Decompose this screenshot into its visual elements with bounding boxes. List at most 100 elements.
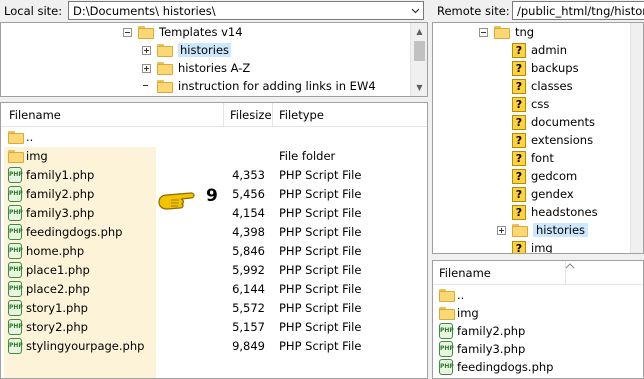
tree-item[interactable]: ? admin — [512, 41, 567, 59]
file-size: 9,849 — [232, 339, 265, 353]
local-site-path-input[interactable]: D:\Documents\ histories\ — [68, 1, 424, 20]
expand-icon[interactable] — [142, 63, 151, 73]
tree-item[interactable]: ? gendex — [512, 185, 574, 203]
folder-icon — [8, 131, 24, 144]
tree-item-label: histories — [533, 223, 589, 237]
folder-icon — [138, 25, 154, 39]
tree-item[interactable]: ? css — [512, 95, 549, 113]
php-file-icon: PHP — [8, 224, 23, 240]
file-size: 5,456 — [232, 187, 265, 201]
file-row[interactable]: PHP family3.php 4,154 PHP Script File — [1, 204, 427, 223]
file-type: PHP Script File — [279, 339, 362, 353]
tree-item[interactable]: histories A-Z — [142, 59, 250, 77]
file-name: .. — [26, 130, 34, 144]
file-row[interactable]: PHP feedingdogs.php 4,398 PHP Script File — [1, 223, 427, 242]
remote-site-bar: Remote site: /public_html/tng/histori — [432, 0, 644, 22]
file-row[interactable]: PHP family1.php 4,353 PHP Script File — [1, 166, 427, 185]
column-separator[interactable] — [223, 103, 224, 127]
expand-icon[interactable] — [497, 225, 506, 235]
unknown-folder-icon: ? — [512, 132, 526, 148]
tree-item[interactable]: ? extensions — [512, 131, 593, 149]
php-file-icon: PHP — [439, 341, 454, 357]
collapse-icon[interactable] — [479, 27, 488, 37]
file-row[interactable]: PHP place2.php 6,144 PHP Script File — [1, 280, 427, 299]
column-filesize[interactable]: Filesize — [230, 108, 272, 122]
local-site-path-value: D:\Documents\ histories\ — [73, 4, 216, 18]
tree-item[interactable]: ? img — [512, 239, 553, 253]
collapse-icon[interactable] — [123, 27, 132, 37]
remote-site-path-input[interactable]: /public_html/tng/histori — [512, 1, 644, 20]
tree-item[interactable]: Templates v14 — [123, 23, 243, 41]
local-directory-tree[interactable]: Templates v14 histories histories A-Z instr… — [0, 22, 428, 97]
file-row[interactable]: img File folder — [1, 147, 427, 166]
file-size: 4,353 — [232, 168, 265, 182]
file-row[interactable]: PHP family3.php — [433, 340, 643, 359]
tree-item[interactable]: ? classes — [512, 77, 573, 95]
remote-directory-tree[interactable]: tng? admin? backups? classes? css? documents?… — [432, 22, 644, 254]
tree-item-label: documents — [531, 115, 596, 129]
file-type: PHP Script File — [279, 282, 362, 296]
remote-list-header: Filename — [433, 261, 643, 285]
file-name: family3.php — [26, 206, 95, 220]
file-row[interactable]: PHP home.php 5,846 PHP Script File — [1, 242, 427, 261]
file-row[interactable]: PHP feedingdogs.php — [433, 358, 643, 377]
php-file-icon: PHP — [8, 243, 23, 259]
file-row[interactable]: PHP place1.php 5,992 PHP Script File — [1, 261, 427, 280]
file-row[interactable]: .. — [433, 286, 643, 305]
tree-item[interactable]: ? font — [512, 149, 554, 167]
remote-tree-scrollbar[interactable] — [630, 23, 643, 253]
chevron-down-icon[interactable] — [407, 2, 423, 19]
scroll-up-icon[interactable]: ▲ — [411, 23, 427, 40]
tree-item-label: font — [531, 151, 554, 165]
file-row[interactable]: PHP story1.php 5,572 PHP Script File — [1, 299, 427, 318]
scroll-down-icon[interactable]: ▼ — [411, 79, 427, 96]
file-name: place1.php — [26, 263, 90, 277]
tree-item[interactable]: ? documents — [512, 113, 595, 131]
file-type: PHP Script File — [279, 187, 362, 201]
tree-item-label: Templates v14 — [159, 25, 243, 39]
file-row[interactable]: PHP family2.php — [433, 322, 643, 341]
folder-icon — [157, 61, 173, 75]
file-row[interactable]: img — [433, 304, 643, 323]
remote-file-list[interactable]: Filename .. img PHP family2.php PHP family3.p… — [432, 260, 644, 379]
tree-item-label: gedcom — [531, 169, 578, 183]
expand-icon[interactable] — [142, 45, 151, 55]
unknown-folder-icon: ? — [512, 60, 526, 76]
tree-item[interactable]: histories — [142, 41, 232, 59]
file-name: .. — [457, 288, 465, 302]
file-row[interactable]: .. — [1, 128, 427, 147]
column-filetype[interactable]: Filetype — [279, 108, 324, 122]
php-file-icon: PHP — [8, 281, 23, 297]
tree-item-label: tng — [515, 25, 535, 39]
file-type: File folder — [279, 149, 336, 163]
php-file-icon: PHP — [439, 323, 454, 339]
local-tree-scrollbar[interactable]: ▲ ▼ — [410, 23, 427, 96]
unknown-folder-icon: ? — [512, 240, 526, 253]
tree-item[interactable]: histories — [497, 221, 589, 239]
tree-item[interactable]: ? gedcom — [512, 167, 577, 185]
file-row[interactable]: PHP stylingyourpage.php 9,849 PHP Script Fi… — [1, 337, 427, 356]
tree-item[interactable]: tng — [479, 23, 534, 41]
file-name: img — [457, 306, 479, 320]
unknown-folder-icon: ? — [512, 204, 526, 220]
tree-item-label: classes — [531, 79, 573, 93]
file-row[interactable]: PHP story2.php 5,157 PHP Script File — [1, 318, 427, 337]
pointing-hand-icon — [157, 188, 201, 212]
file-size: 4,398 — [232, 225, 265, 239]
local-site-label: Local site: — [4, 4, 63, 18]
scroll-thumb[interactable] — [414, 41, 425, 61]
column-separator[interactable] — [272, 103, 273, 127]
tree-item[interactable]: ? headstones — [512, 203, 598, 221]
file-name: img — [26, 149, 48, 163]
folder-icon — [494, 25, 510, 39]
tree-item[interactable]: instruction for adding links in EW4 — [142, 77, 376, 95]
column-filename[interactable]: Filename — [9, 108, 61, 122]
tree-item-label: extensions — [531, 133, 594, 147]
tree-item-label: headstones — [531, 205, 598, 219]
tree-item[interactable]: ? backups — [512, 59, 579, 77]
column-filename[interactable]: Filename — [439, 266, 491, 280]
php-file-icon: PHP — [8, 300, 23, 316]
php-file-icon: PHP — [8, 319, 23, 335]
local-file-list[interactable]: Filename Filesize Filetype .. img File fol… — [0, 102, 428, 379]
folder-icon — [157, 43, 173, 57]
